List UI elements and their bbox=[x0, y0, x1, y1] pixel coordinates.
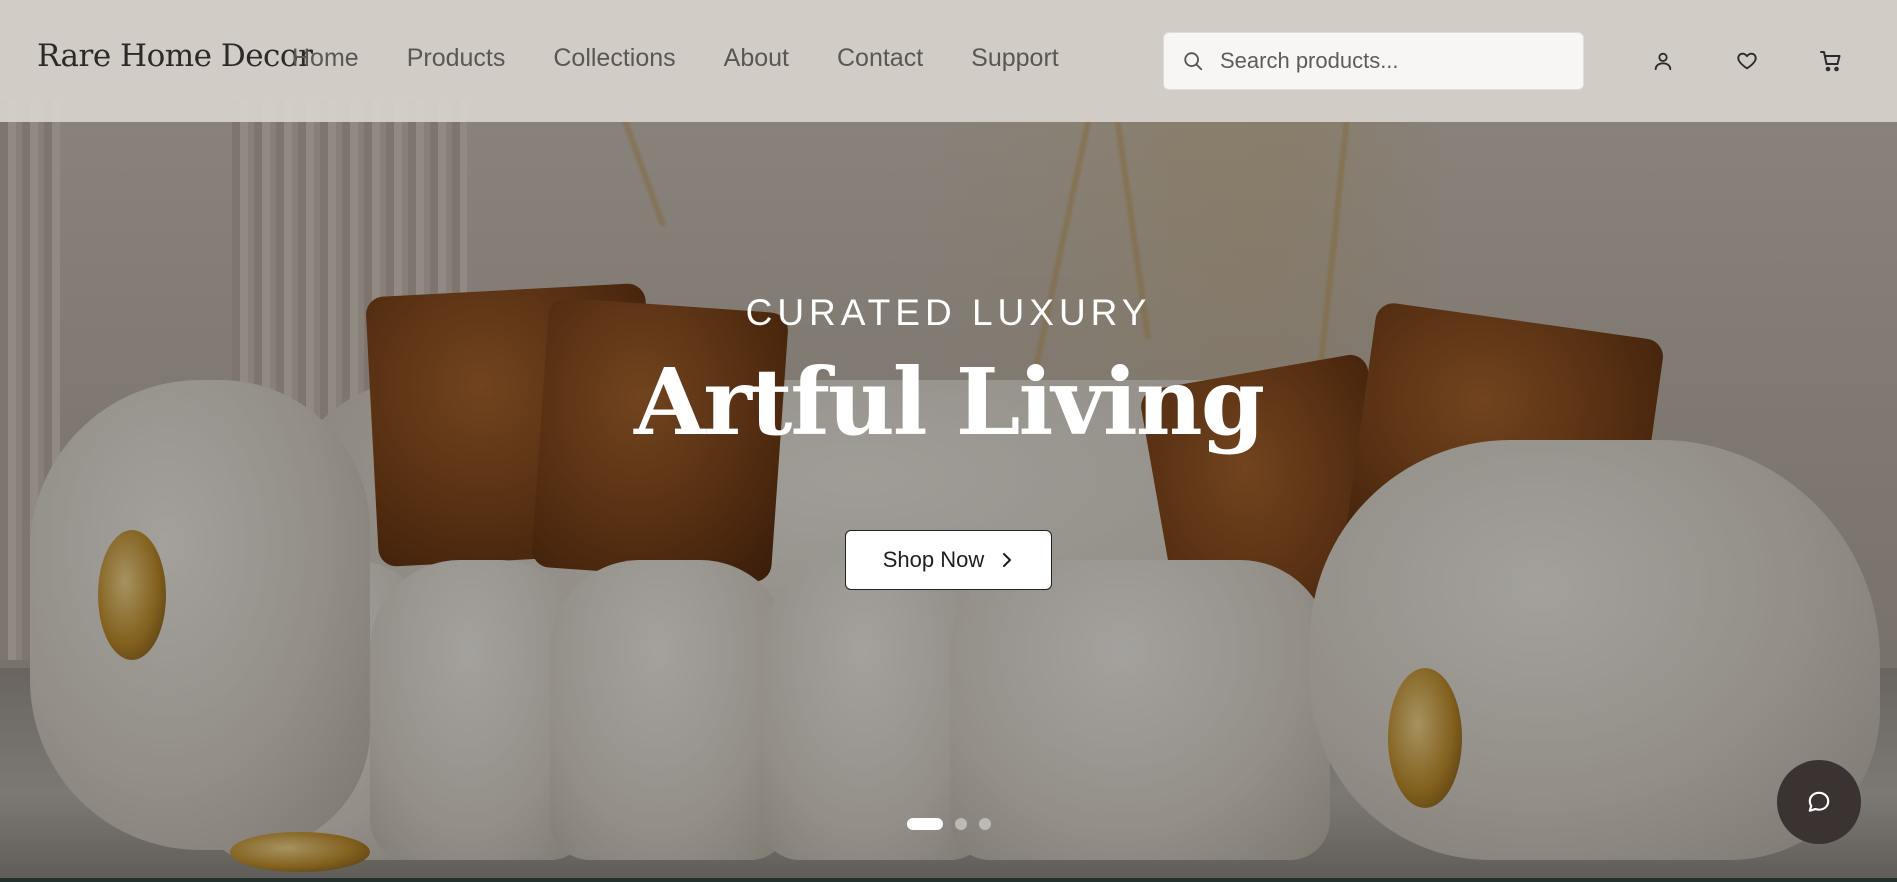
brand-logo[interactable]: Rare Home Decor bbox=[37, 38, 313, 74]
nav-item-support[interactable]: Support bbox=[971, 44, 1059, 73]
nav-item-collections[interactable]: Collections bbox=[553, 44, 675, 73]
heart-icon bbox=[1737, 52, 1757, 70]
cart-icon bbox=[1820, 51, 1841, 72]
carousel-dot-2[interactable] bbox=[955, 818, 967, 830]
search-bar bbox=[1163, 32, 1584, 90]
account-button[interactable] bbox=[1648, 46, 1678, 76]
hero-headline: Artful Living bbox=[633, 348, 1265, 456]
wishlist-button[interactable] bbox=[1732, 46, 1762, 76]
nav-item-home[interactable]: Home bbox=[292, 44, 359, 73]
nav-item-contact[interactable]: Contact bbox=[837, 44, 923, 73]
main-nav: Home Products Collections About Contact … bbox=[292, 44, 1107, 73]
chat-icon bbox=[1808, 791, 1830, 812]
chat-button[interactable] bbox=[1777, 760, 1861, 844]
page-bottom-edge bbox=[0, 878, 1897, 882]
shop-now-button[interactable]: Shop Now bbox=[845, 530, 1052, 590]
shop-now-label: Shop Now bbox=[882, 547, 985, 572]
carousel-indicators bbox=[907, 818, 1003, 830]
chevron-right-icon bbox=[1003, 553, 1012, 567]
hero-eyebrow: CURATED LUXURY bbox=[745, 292, 1152, 333]
search-input[interactable] bbox=[1218, 47, 1562, 75]
user-icon bbox=[1654, 52, 1672, 71]
cart-button[interactable] bbox=[1816, 46, 1846, 76]
nav-item-products[interactable]: Products bbox=[407, 44, 506, 73]
carousel-dot-3[interactable] bbox=[979, 818, 991, 830]
site-header: Rare Home Decor Home Products Collection… bbox=[0, 0, 1897, 122]
nav-item-about[interactable]: About bbox=[724, 44, 789, 73]
carousel-dot-1[interactable] bbox=[907, 818, 943, 830]
search-icon bbox=[1184, 52, 1203, 71]
